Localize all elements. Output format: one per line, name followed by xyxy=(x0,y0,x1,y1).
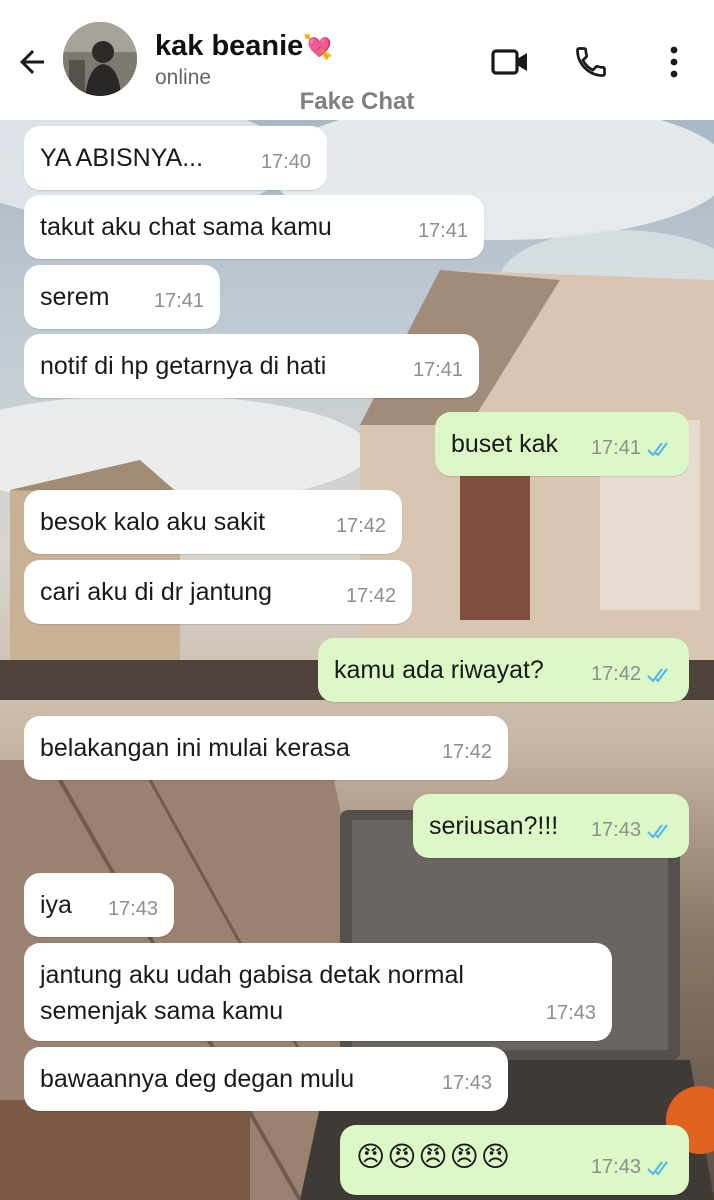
message-bubble-incoming[interactable]: notif di hp getarnya di hati 17:41 xyxy=(24,334,479,398)
double-check-icon xyxy=(647,1161,668,1176)
more-options-button[interactable] xyxy=(650,38,698,86)
avatar-image xyxy=(63,22,137,96)
message-text: besok kalo aku sakit xyxy=(40,508,266,536)
message-time: 17:42 xyxy=(590,663,641,685)
message-bubble-outgoing[interactable]: kamu ada riwayat? 17:42 xyxy=(318,638,689,702)
message-time: 17:41 xyxy=(417,220,468,242)
message-meta: 17:43 xyxy=(591,812,673,848)
double-check-icon xyxy=(647,442,668,457)
double-check-icon xyxy=(647,824,668,839)
contact-name-text: kak beanie xyxy=(155,30,304,62)
message-bubble-incoming[interactable]: cari aku di dr jantung 17:42 xyxy=(24,560,412,624)
message-bubble-outgoing[interactable]: 😠😠😠😠😠 17:43 xyxy=(340,1125,689,1195)
avatar[interactable] xyxy=(63,22,137,96)
message-time: 17:42 xyxy=(345,585,396,607)
voice-call-button[interactable] xyxy=(567,38,615,86)
message-bubble-outgoing[interactable]: buset kak 17:41 xyxy=(435,412,689,476)
message-bubble-incoming[interactable]: serem 17:41 xyxy=(24,265,220,329)
message-text: cari aku di dr jantung xyxy=(40,578,273,606)
contact-status: online xyxy=(155,66,212,89)
message-bubble-incoming[interactable]: jantung aku udah gabisa detak normal sem… xyxy=(24,943,612,1041)
message-bubble-outgoing[interactable]: seriusan?!!! 17:43 xyxy=(413,794,689,858)
message-time: 17:43 xyxy=(441,1072,492,1094)
message-time: 17:43 xyxy=(590,819,641,841)
message-text: notif di hp getarnya di hati xyxy=(40,352,327,380)
message-time: 17:42 xyxy=(335,515,386,537)
message-bubble-incoming[interactable]: iya 17:43 xyxy=(24,873,174,937)
message-time: 17:43 xyxy=(107,898,158,920)
message-meta: 17:43 xyxy=(591,1149,673,1185)
back-button[interactable] xyxy=(10,40,54,84)
message-bubble-incoming[interactable]: belakangan ini mulai kerasa 17:42 xyxy=(24,716,508,780)
message-time: 17:43 xyxy=(590,1156,641,1178)
message-text: semenjak sama kamu xyxy=(40,997,284,1025)
fake-chat-watermark: Fake Chat xyxy=(299,88,415,115)
message-text: jantung aku udah gabisa detak normal xyxy=(40,961,464,989)
message-time: 17:43 xyxy=(545,1002,596,1024)
message-time: 17:41 xyxy=(590,437,641,459)
message-bubble-incoming[interactable]: besok kalo aku sakit 17:42 xyxy=(24,490,402,554)
message-bubble-incoming[interactable]: bawaannya deg degan mulu 17:43 xyxy=(24,1047,508,1111)
contact-name[interactable]: kak beanie💘 xyxy=(155,30,333,63)
heart-arrow-icon: 💘 xyxy=(303,34,334,61)
message-bubble-incoming[interactable]: YA ABISNYA... 17:40 xyxy=(24,126,327,190)
message-text: belakangan ini mulai kerasa xyxy=(40,734,350,762)
message-bubble-incoming[interactable]: takut aku chat sama kamu 17:41 xyxy=(24,195,484,259)
message-text: bawaannya deg degan mulu xyxy=(40,1065,355,1093)
arrow-left-icon xyxy=(20,50,44,74)
message-time: 17:41 xyxy=(412,359,463,381)
double-check-icon xyxy=(647,668,668,683)
message-time: 17:40 xyxy=(260,151,311,173)
message-meta: 17:42 xyxy=(591,656,673,692)
more-vertical-icon xyxy=(670,46,678,78)
message-time: 17:42 xyxy=(441,741,492,763)
message-time: 17:41 xyxy=(153,290,204,312)
message-text: takut aku chat sama kamu xyxy=(40,213,332,241)
message-meta: 17:41 xyxy=(591,430,673,466)
video-call-button[interactable] xyxy=(486,38,534,86)
video-camera-icon xyxy=(491,49,527,75)
phone-icon xyxy=(576,47,606,77)
